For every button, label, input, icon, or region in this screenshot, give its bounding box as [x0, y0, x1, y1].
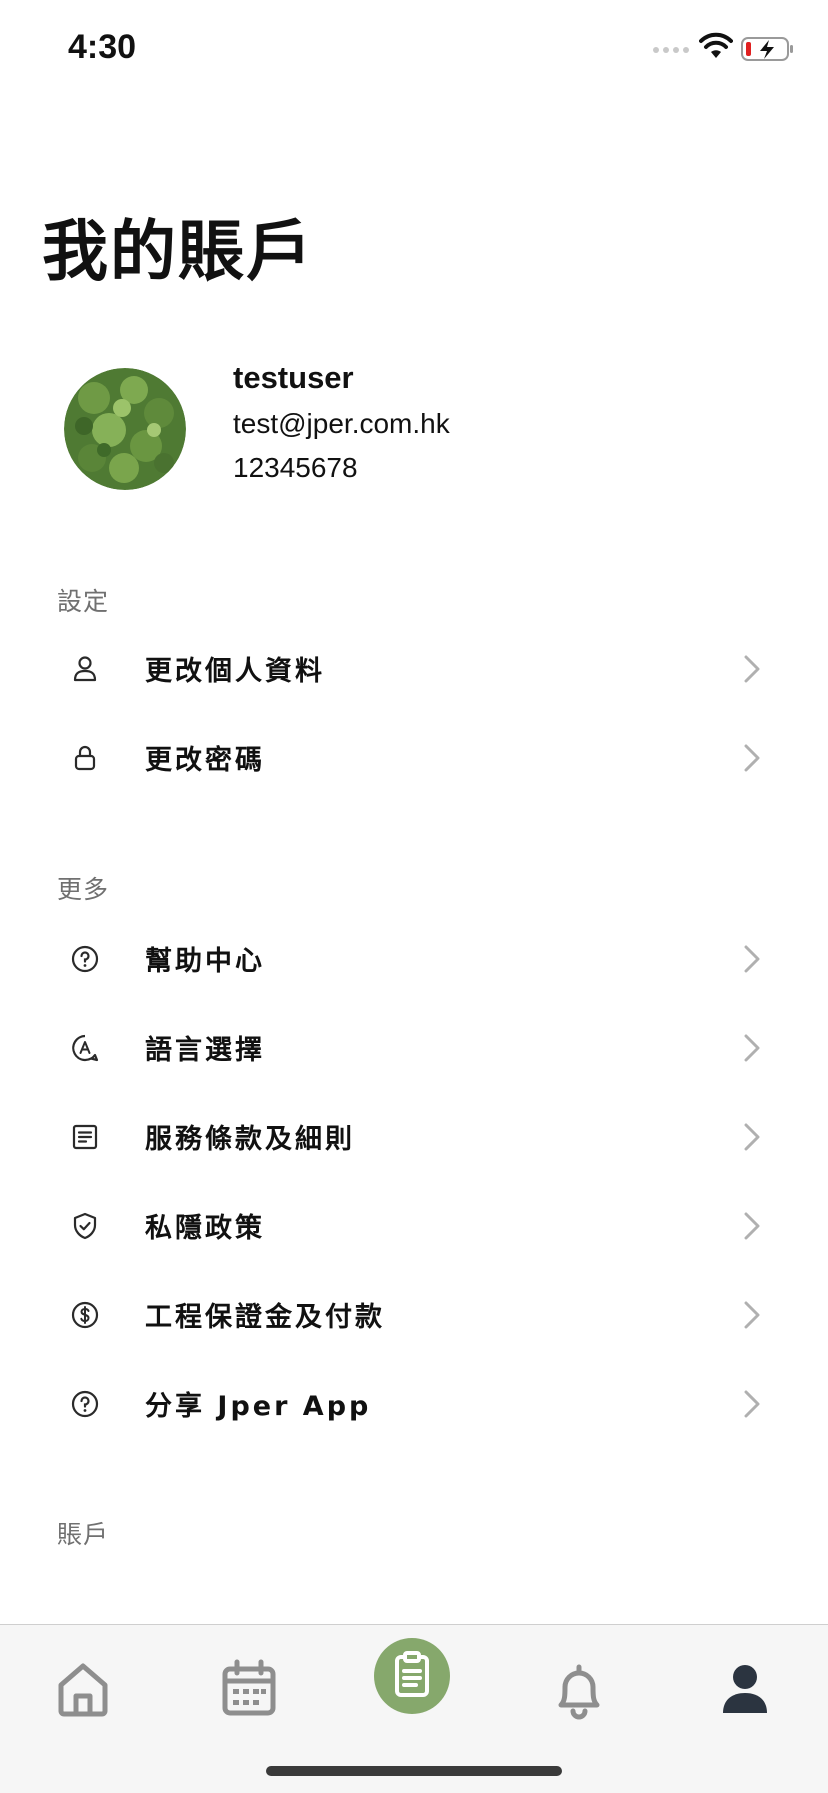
clipboard-icon [395, 1651, 429, 1697]
document-icon [72, 1124, 98, 1150]
home-indicator [266, 1766, 562, 1776]
share-help-icon [71, 1390, 99, 1418]
section-label-settings: 設定 [57, 587, 110, 616]
language-icon [72, 1034, 99, 1062]
menu-item-change-password[interactable]: 更改密碼 [0, 714, 828, 802]
shield-icon [73, 1212, 97, 1240]
menu-item-language[interactable]: 語言選擇 [0, 1004, 828, 1092]
profile-name: testuser [233, 360, 354, 395]
tab-notifications[interactable] [539, 1649, 619, 1729]
avatar[interactable] [64, 368, 186, 490]
chevron-right-icon [744, 1301, 760, 1329]
profile-phone: 12345678 [233, 452, 358, 483]
chevron-right-icon [744, 744, 760, 772]
lock-icon [74, 745, 96, 771]
menu-item-label: 私隱政策 [145, 1213, 265, 1244]
page-title: 我的賬戶 [42, 213, 314, 290]
menu-item-help-center[interactable]: 幫助中心 [0, 915, 828, 1003]
section-label-account: 賬戶 [57, 1520, 110, 1549]
chevron-right-icon [744, 945, 760, 973]
menu-item-label: 更改密碼 [145, 745, 265, 776]
menu-item-label: 更改個人資料 [145, 656, 325, 687]
tab-jobs[interactable] [374, 1638, 450, 1714]
menu-item-label: 工程保證金及付款 [145, 1302, 385, 1333]
user-icon [723, 1665, 767, 1713]
tab-account[interactable] [705, 1649, 785, 1729]
profile-email: test@jper.com.hk [233, 408, 450, 439]
calendar-icon [222, 1659, 276, 1716]
menu-item-label: 幫助中心 [145, 946, 265, 977]
status-bar: 4:30 [0, 0, 828, 100]
tab-home[interactable] [43, 1649, 123, 1729]
chevron-right-icon [744, 1212, 760, 1240]
menu-item-label: 分享 Jper App [145, 1391, 372, 1422]
tab-calendar[interactable] [209, 1649, 289, 1729]
dollar-icon [71, 1301, 99, 1329]
chevron-right-icon [744, 1390, 760, 1418]
cellular-signal-icon [653, 47, 689, 53]
chevron-right-icon [744, 1034, 760, 1062]
menu-item-edit-profile[interactable]: 更改個人資料 [0, 625, 828, 713]
menu-item-label: 服務條款及細則 [145, 1124, 355, 1155]
menu-item-share-app[interactable]: 分享 Jper App [0, 1360, 828, 1448]
bell-icon [558, 1664, 600, 1720]
help-icon [71, 945, 99, 973]
menu-item-terms[interactable]: 服務條款及細則 [0, 1093, 828, 1181]
battery-charging-icon [741, 37, 793, 61]
menu-item-deposit-payment[interactable]: 工程保證金及付款 [0, 1271, 828, 1359]
chevron-right-icon [744, 1123, 760, 1151]
status-time: 4:30 [68, 28, 137, 66]
chevron-right-icon [744, 655, 760, 683]
home-icon [58, 1663, 108, 1717]
menu-item-privacy[interactable]: 私隱政策 [0, 1182, 828, 1270]
person-icon [73, 656, 97, 682]
section-label-more: 更多 [57, 875, 110, 904]
menu-item-label: 語言選擇 [145, 1035, 265, 1066]
wifi-icon [699, 32, 733, 58]
